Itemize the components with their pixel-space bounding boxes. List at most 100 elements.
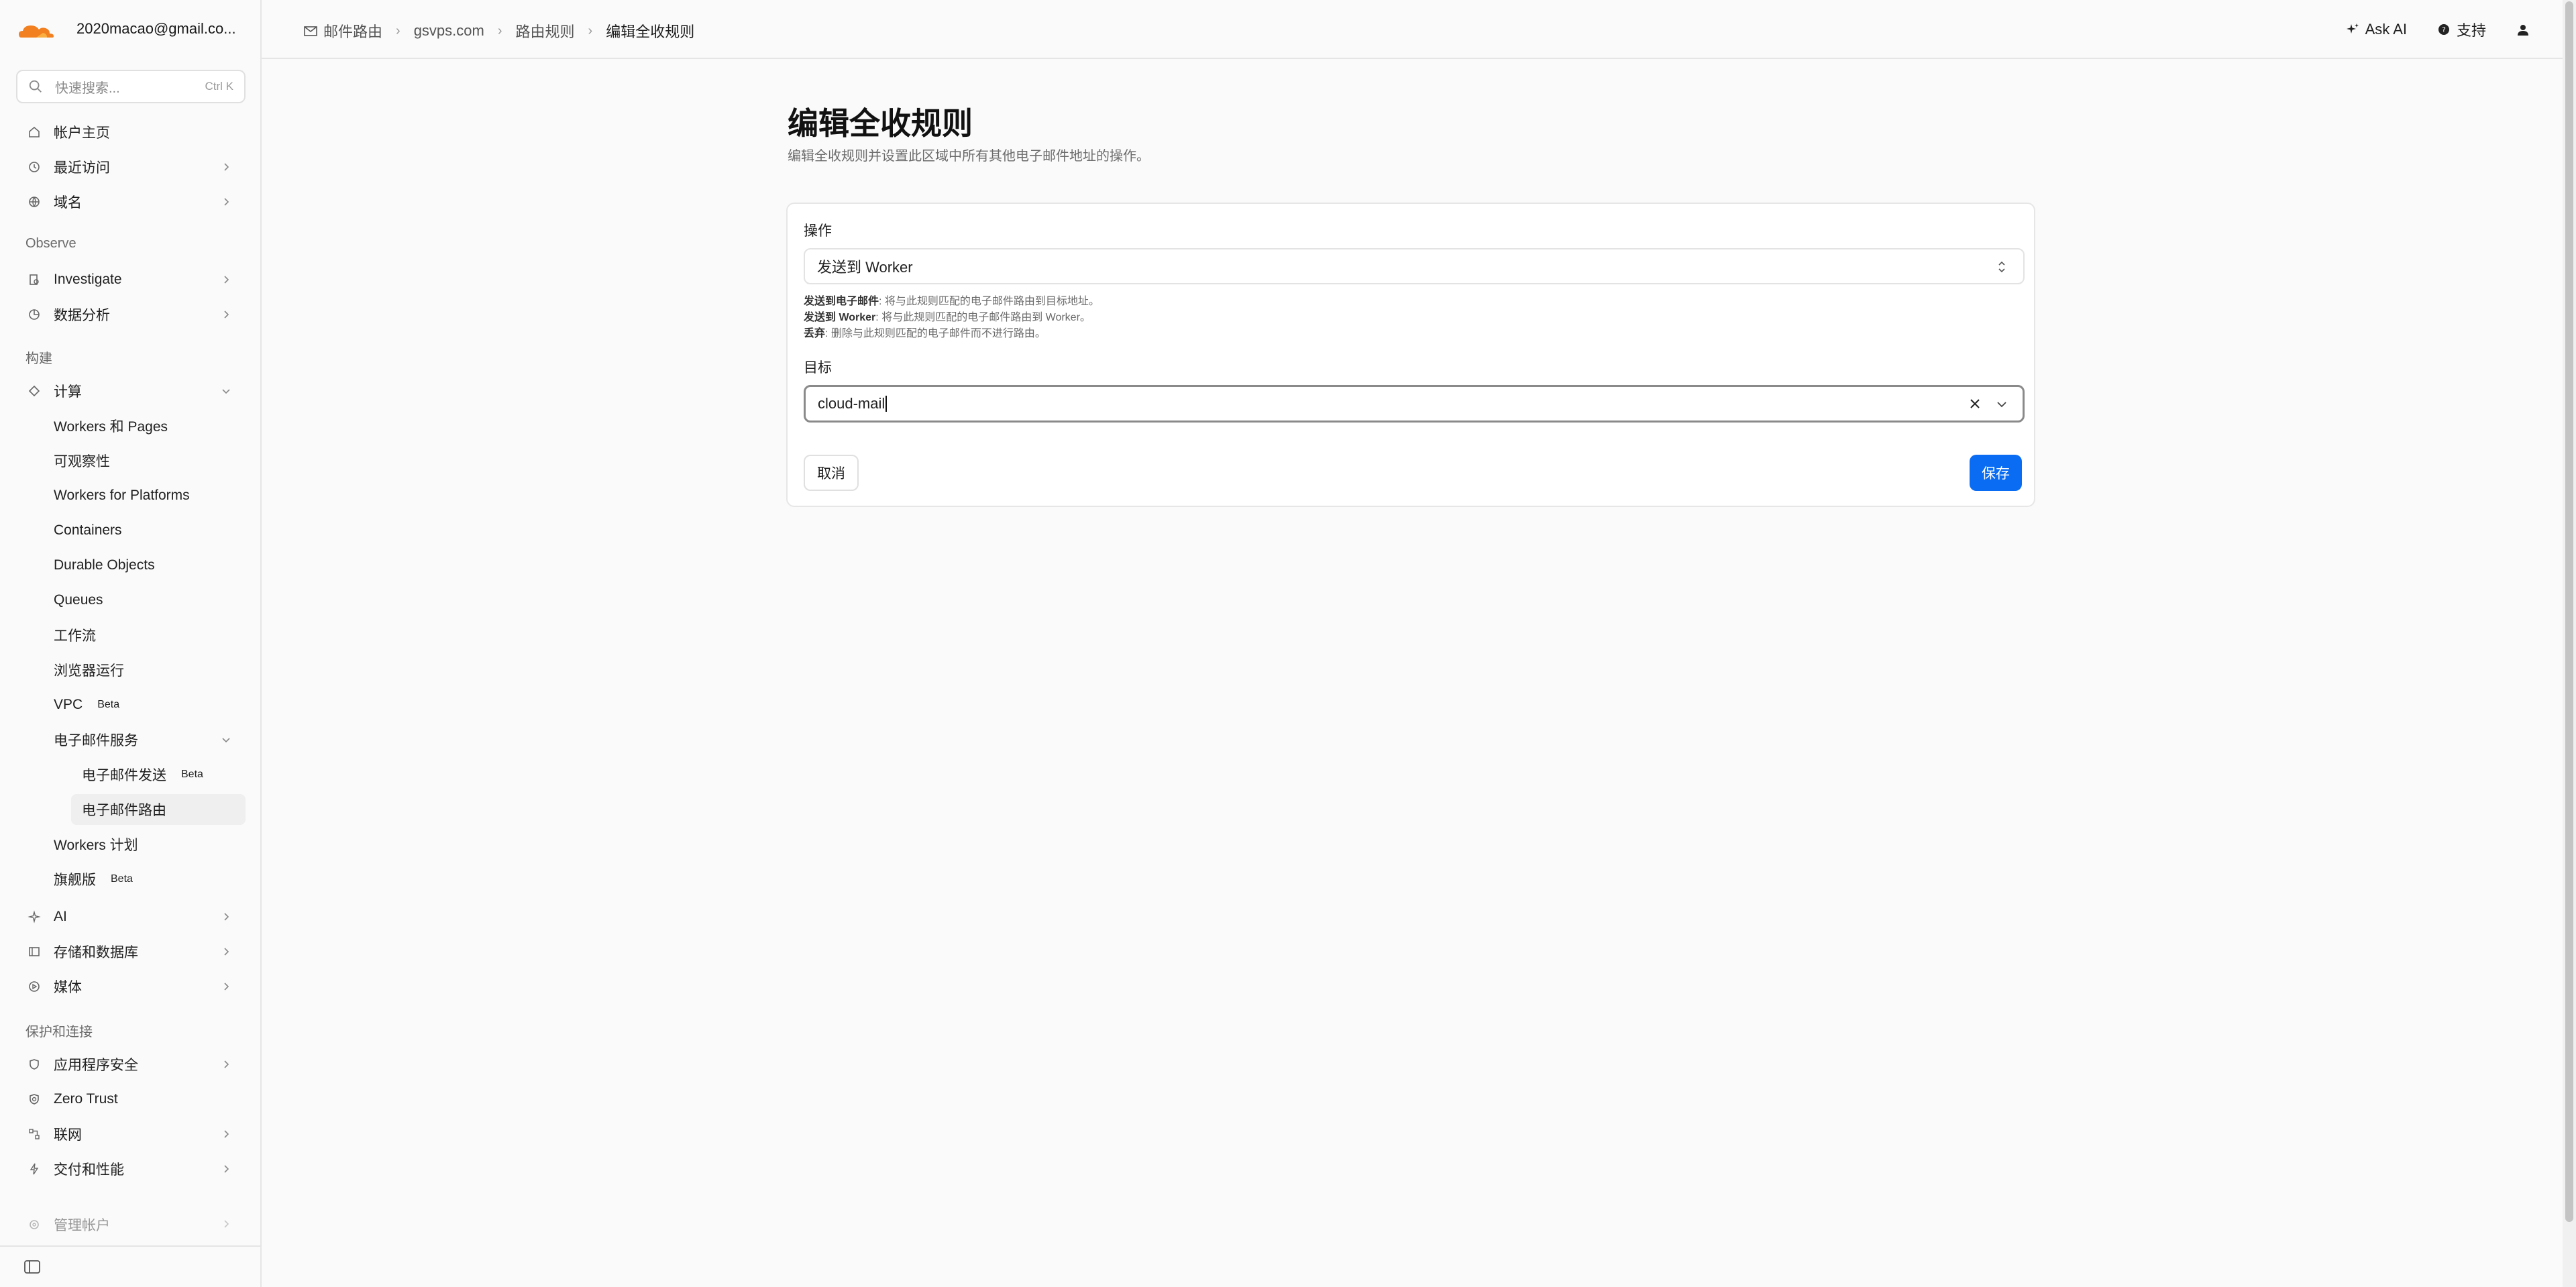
storage-icon — [27, 944, 42, 959]
chevron-down-icon — [222, 738, 230, 743]
nav-email-send[interactable]: 电子邮件发送 Beta — [16, 759, 246, 790]
nav-queues[interactable]: Queues — [16, 585, 246, 616]
search-icon — [29, 80, 42, 93]
nav-label: 计算 — [54, 384, 82, 400]
beta-badge: Beta — [177, 767, 207, 782]
target-combobox[interactable]: cloud-mail — [804, 385, 2025, 423]
nav-label: VPC — [54, 697, 83, 712]
nav-workers-plans[interactable]: Workers 计划 — [16, 829, 246, 860]
compute-icon — [27, 384, 42, 398]
nav-media[interactable]: 媒体 — [16, 971, 246, 1002]
breadcrumb-email-routing[interactable]: 邮件路由 — [323, 20, 382, 42]
nav-label: 浏览器运行 — [54, 663, 124, 679]
support-button[interactable]: ? 支持 — [2436, 19, 2486, 40]
nav-label: Workers 和 Pages — [54, 419, 168, 435]
chevron-right-icon — [224, 913, 229, 921]
nav-domains[interactable]: 域名 — [16, 186, 246, 217]
investigate-icon — [27, 272, 42, 287]
user-menu-button[interactable] — [2516, 22, 2536, 37]
nav-storage[interactable]: 存储和数据库 — [16, 936, 246, 967]
nav-vpc[interactable]: VPC Beta — [16, 689, 246, 720]
chevron-down-icon — [222, 389, 230, 394]
play-icon — [27, 979, 42, 994]
nav-label: 交付和性能 — [54, 1162, 124, 1178]
breadcrumb-domain[interactable]: gsvps.com — [414, 22, 484, 40]
nav-recent[interactable]: 最近访问 — [16, 152, 246, 182]
account-switcher[interactable]: 2020macao@gmail.co... — [76, 20, 236, 38]
nav-account-home[interactable]: 帐户主页 — [16, 117, 246, 148]
nav-flagship[interactable]: 旗舰版 Beta — [16, 864, 246, 895]
breadcrumb-separator: › — [497, 23, 502, 38]
nav-browser-run[interactable]: 浏览器运行 — [16, 655, 246, 685]
cloudflare-logo[interactable] — [16, 17, 56, 44]
nav-label: Zero Trust — [54, 1091, 118, 1107]
ask-ai-button[interactable]: Ask AI — [2345, 21, 2407, 38]
nav-label: Workers for Platforms — [54, 488, 190, 503]
search-placeholder: 快速搜索... — [55, 80, 120, 96]
section-protect: 保护和连接 — [25, 1025, 93, 1040]
nav-label: 电子邮件路由 — [82, 803, 166, 818]
mail-icon — [304, 26, 317, 36]
nav-zero-trust[interactable]: Zero Trust — [16, 1084, 246, 1115]
collapse-sidebar-icon[interactable] — [24, 1260, 40, 1274]
nav-networking[interactable]: 联网 — [16, 1119, 246, 1150]
nav-observability[interactable]: 可观察性 — [16, 445, 246, 476]
bolt-icon — [27, 1162, 42, 1176]
nav-email-service[interactable]: 电子邮件服务 — [16, 724, 246, 755]
chevron-down-icon[interactable] — [1994, 398, 2009, 411]
nav-containers[interactable]: Containers — [16, 515, 246, 546]
nav-durable-objects[interactable]: Durable Objects — [16, 550, 246, 581]
nav-label: 媒体 — [54, 980, 82, 995]
scrollbar[interactable] — [2563, 0, 2576, 1287]
catch-all-rule-form: 操作 发送到 Worker 发送到电子邮件: 将与此规则匹配的电子邮件路由到目标… — [786, 203, 2035, 507]
chevron-right-icon — [224, 948, 229, 956]
close-icon[interactable] — [1968, 396, 1982, 411]
help-text: : 将与此规则匹配的电子邮件路由到 Worker。 — [875, 312, 1091, 323]
help-text: : 将与此规则匹配的电子邮件路由到目标地址。 — [879, 296, 1099, 307]
chevron-right-icon — [224, 983, 229, 991]
nav-label: 最近访问 — [54, 160, 110, 176]
help-term: 发送到 Worker — [804, 312, 876, 323]
nav-label: 帐户主页 — [54, 125, 110, 141]
nav-label: 可观察性 — [54, 454, 110, 469]
user-icon — [2518, 25, 2528, 36]
nav-compute[interactable]: 计算 — [16, 376, 246, 406]
nav-label: 管理帐户 — [54, 1218, 110, 1233]
chevron-right-icon — [224, 163, 229, 171]
action-help: 发送到电子邮件: 将与此规则匹配的电子邮件路由到目标地址。 发送到 Worker… — [804, 294, 1099, 342]
cancel-button[interactable]: 取消 — [804, 455, 859, 491]
nav-manage-account[interactable]: 管理帐户 — [16, 1215, 246, 1234]
nav-label: 应用程序安全 — [54, 1058, 138, 1073]
sparkle-icon — [2346, 23, 2359, 34]
help-text: : 删除与此规则匹配的电子邮件而不进行路由。 — [825, 328, 1046, 339]
nav-workers-pages[interactable]: Workers 和 Pages — [16, 410, 246, 441]
breadcrumb-separator: › — [396, 23, 400, 38]
cloudflare-logo-icon — [19, 25, 54, 38]
nav-app-security[interactable]: 应用程序安全 — [16, 1049, 246, 1080]
home-icon — [27, 125, 42, 139]
nav-email-routing[interactable]: 电子邮件路由 — [71, 794, 246, 825]
zero-trust-icon — [27, 1092, 42, 1107]
nav-analytics[interactable]: 数据分析 — [16, 299, 246, 330]
nav-ai[interactable]: AI — [16, 901, 246, 932]
quick-search[interactable]: 快速搜索... Ctrl K — [16, 70, 246, 103]
save-button[interactable]: 保存 — [1970, 455, 2022, 491]
nav-workflows[interactable]: 工作流 — [16, 620, 246, 651]
nav-workers-platforms[interactable]: Workers for Platforms — [16, 480, 246, 511]
scrollbar-thumb[interactable] — [2565, 1, 2573, 1222]
action-select[interactable]: 发送到 Worker — [804, 248, 2025, 284]
breadcrumb-routing-rules[interactable]: 路由规则 — [516, 20, 575, 42]
breadcrumb-separator: › — [588, 23, 593, 38]
chevron-right-icon — [224, 1220, 229, 1228]
search-shortcut: Ctrl K — [205, 80, 234, 93]
chevron-right-icon — [224, 198, 229, 206]
target-input-value: cloud-mail — [818, 395, 885, 412]
help-term: 丢弃 — [804, 328, 826, 339]
page-description: 编辑全收规则并设置此区域中所有其他电子邮件地址的操作。 — [788, 149, 1150, 164]
shield-icon — [27, 1057, 42, 1072]
nav-investigate[interactable]: Investigate — [16, 264, 246, 295]
nav-label: 工作流 — [54, 628, 96, 644]
nav-delivery[interactable]: 交付和性能 — [16, 1154, 246, 1184]
top-actions: Ask AI ? 支持 — [2316, 19, 2536, 40]
nav-label: Queues — [54, 592, 103, 608]
